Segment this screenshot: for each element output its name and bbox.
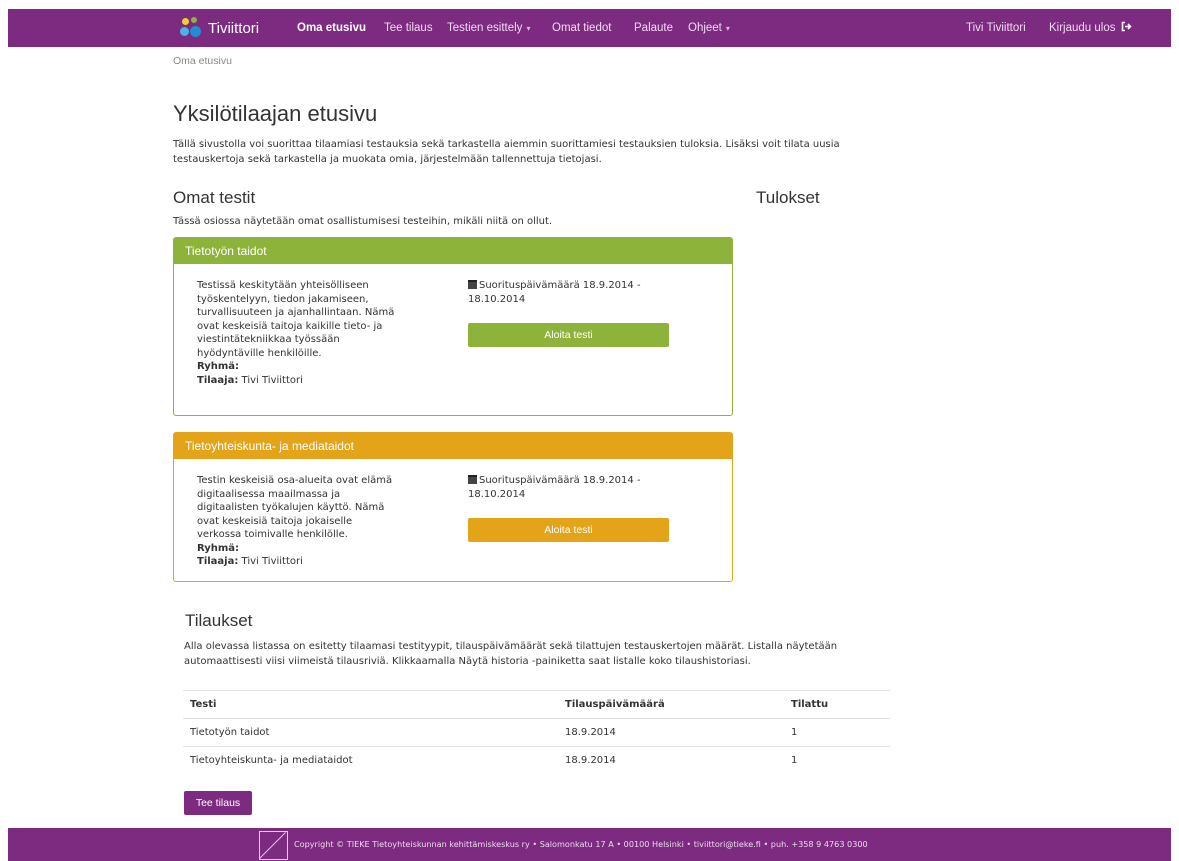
chevron-down-icon: ▾ <box>526 24 531 33</box>
logout-label: Kirjaudu ulos <box>1049 22 1116 34</box>
group-label: Ryhmä: <box>197 361 240 372</box>
start-test-button[interactable]: Aloita testi <box>468 518 669 542</box>
start-test-button[interactable]: Aloita testi <box>468 323 669 347</box>
test-card-details: Testissä keskitytään yhteisölliseen työs… <box>197 279 397 387</box>
test-card-date: Suorituspäivämäärä 18.9.2014 - 18.10.201… <box>468 474 668 502</box>
test-card-description: Testin keskeisiä osa-alueita ovat elämä … <box>197 475 393 540</box>
logout-link[interactable]: Kirjaudu ulos <box>1049 9 1132 47</box>
nav-item-testien-esittely[interactable]: Testien esittely ▾ <box>447 9 530 47</box>
brand-name[interactable]: Tiviittori <box>208 20 259 37</box>
breadcrumb: Oma etusivu <box>173 55 232 67</box>
nav-item-tee-tilaus[interactable]: Tee tilaus <box>384 9 433 47</box>
results-heading: Tulokset <box>756 188 820 207</box>
brand-link[interactable]: Tiviittori <box>180 11 259 45</box>
chevron-down-icon: ▾ <box>725 24 730 33</box>
my-tests-description: Tässä osiossa näytetään omat osallistumi… <box>173 216 553 227</box>
orderer-label: Tilaaja: <box>197 374 239 386</box>
top-navbar: Tiviittori Oma etusivu Tee tilaus Testie… <box>8 9 1171 47</box>
test-card-date: Suorituspäivämäärä 18.9.2014 - 18.10.201… <box>468 279 668 307</box>
nav-item-ohjeet[interactable]: Ohjeet ▾ <box>688 9 730 47</box>
calendar-icon <box>468 475 477 484</box>
nav-user-name[interactable]: Tivi Tiviittori <box>966 9 1026 47</box>
orders-heading: Tilaukset <box>185 611 253 630</box>
page-title: Yksilötilaajan etusivu <box>173 101 378 126</box>
orderer-label: Tilaaja: <box>197 556 239 567</box>
tieke-logo-icon <box>259 831 288 860</box>
nav-item-palaute[interactable]: Palaute <box>634 9 673 47</box>
column-header-testi: Testi <box>183 690 558 719</box>
test-card-date-text: Suorituspäivämäärä 18.9.2014 - 18.10.201… <box>468 475 641 500</box>
nav-item-testien-esittely-label: Testien esittely <box>447 22 523 34</box>
cell-order-date: 18.9.2014 <box>558 718 784 747</box>
calendar-icon <box>468 280 477 289</box>
test-card-title: Tietotyön taidot <box>174 238 732 264</box>
column-header-tilattu: Tilattu <box>784 690 890 719</box>
cell-ordered-count: 1 <box>784 746 890 775</box>
nav-item-ohjeet-label: Ohjeet <box>688 22 722 34</box>
orders-table: Testi Tilauspäivämäärä Tilattu Tietotyön… <box>183 690 890 775</box>
table-row: Tietoyhteiskunta- ja mediataidot 18.9.20… <box>183 746 890 775</box>
page-intro: Tällä sivustolla voi suorittaa tilaamias… <box>173 139 840 165</box>
table-row: Tietotyön taidot 18.9.2014 1 <box>183 718 890 747</box>
nav-item-oma-etusivu[interactable]: Oma etusivu <box>297 9 366 47</box>
nav-item-omat-tiedot[interactable]: Omat tiedot <box>552 9 611 47</box>
footer: Copyright © TIEKE Tietoyhteiskunnan kehi… <box>8 828 1171 861</box>
table-header-row: Testi Tilauspäivämäärä Tilattu <box>183 690 890 719</box>
test-card-date-text: Suorituspäivämäärä 18.9.2014 - 18.10.201… <box>468 280 641 305</box>
tiviittori-logo-icon <box>180 17 202 39</box>
place-order-button[interactable]: Tee tilaus <box>184 791 252 815</box>
sign-out-icon <box>1121 21 1132 32</box>
test-card-tietoyhteiskunta: Tietoyhteiskunta- ja mediataidot Testin … <box>173 432 733 582</box>
test-card-title: Tietoyhteiskunta- ja mediataidot <box>174 433 732 459</box>
orderer-value: Tivi Tiviittori <box>241 556 303 567</box>
test-card-details: Testin keskeisiä osa-alueita ovat elämä … <box>197 474 397 569</box>
my-tests-heading: Omat testit <box>173 188 256 207</box>
cell-order-date: 18.9.2014 <box>558 746 784 775</box>
cell-ordered-count: 1 <box>784 718 890 747</box>
test-card-description: Testissä keskitytään yhteisölliseen työs… <box>197 280 395 359</box>
cell-test-name: Tietotyön taidot <box>183 718 558 747</box>
footer-copyright: Copyright © TIEKE Tietoyhteiskunnan kehi… <box>294 839 868 849</box>
orderer-value: Tivi Tiviittori <box>241 374 303 386</box>
group-label: Ryhmä: <box>197 542 240 554</box>
cell-test-name: Tietoyhteiskunta- ja mediataidot <box>183 746 558 775</box>
test-card-tietotyon-taidot: Tietotyön taidot Testissä keskitytään yh… <box>173 237 733 416</box>
orders-description: Alla olevassa listassa on esitetty tilaa… <box>184 641 838 667</box>
column-header-tilauspaivamaara: Tilauspäivämäärä <box>558 690 784 719</box>
